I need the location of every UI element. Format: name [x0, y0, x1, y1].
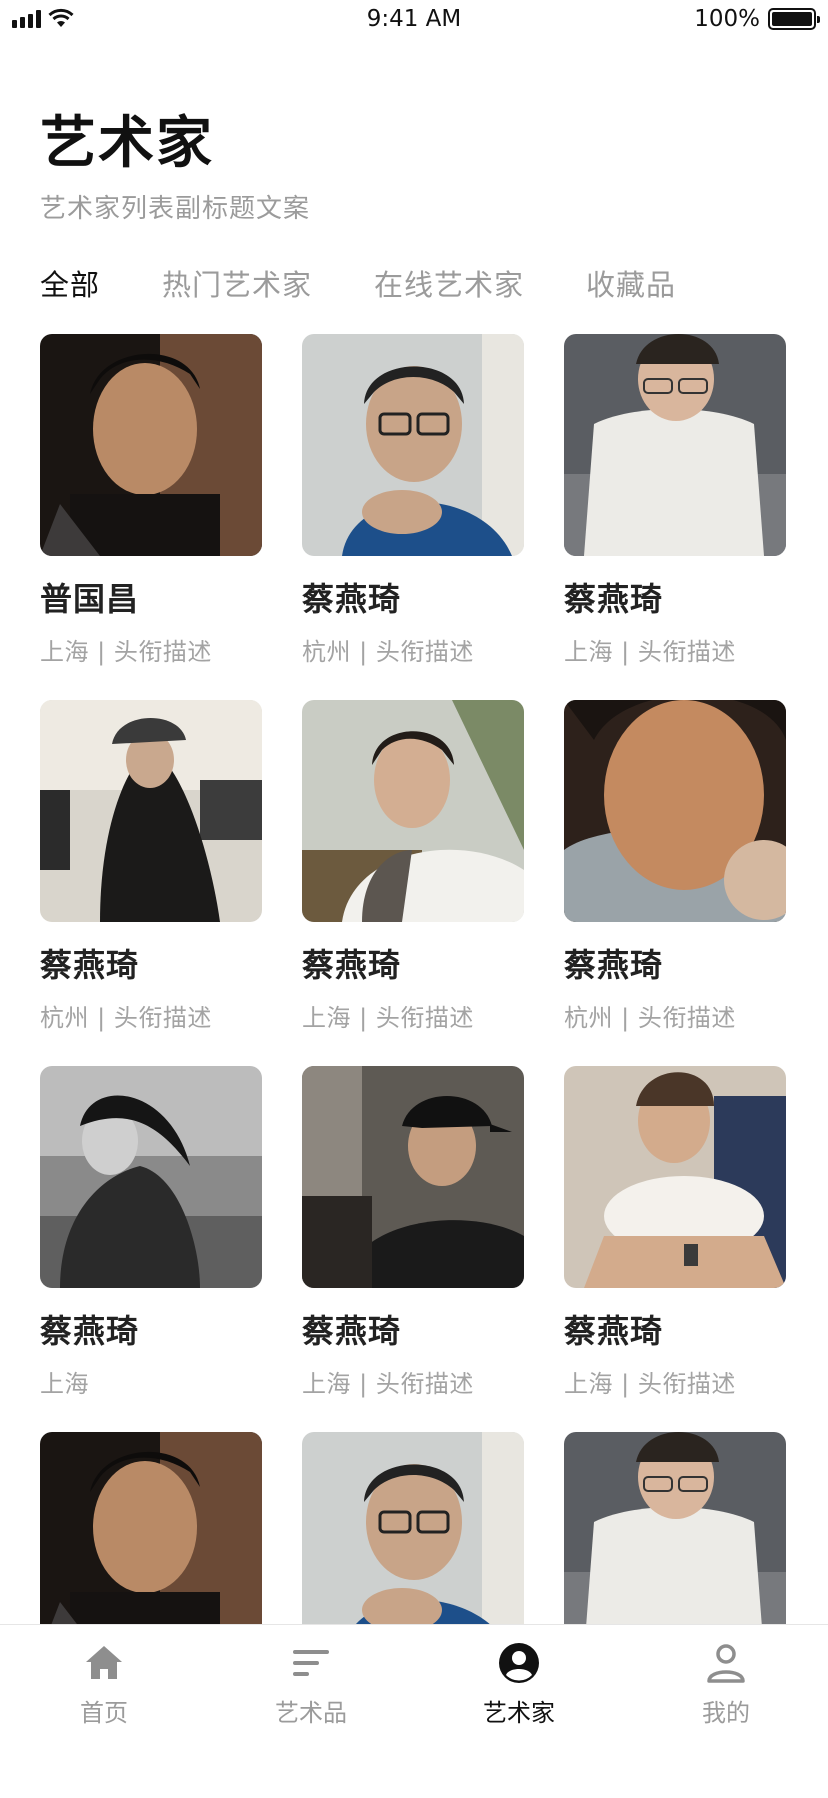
- artist-name: 蔡燕琦: [564, 1312, 664, 1350]
- artist-description: 杭州 | 头衔描述: [302, 638, 474, 666]
- category-tabs: 全部 热门艺术家 在线艺术家 收藏品: [40, 262, 738, 304]
- artist-photo[interactable]: [564, 334, 786, 556]
- artist-description: 上海 | 头衔描述: [302, 1004, 474, 1032]
- home-icon: [86, 1646, 122, 1679]
- artist-photo[interactable]: [564, 700, 786, 922]
- profile-icon: [707, 1644, 745, 1683]
- artist-card[interactable]: 蔡燕琦 上海: [40, 1066, 262, 1432]
- artist-name: 蔡燕琦: [40, 1312, 140, 1350]
- tabbar-home-label: 首页: [80, 1699, 128, 1727]
- artist-description: 杭州 | 头衔描述: [40, 1004, 212, 1032]
- artist-photo[interactable]: [564, 1066, 786, 1288]
- bottom-tab-bar: 首页 艺术品 艺术家 我的: [0, 1624, 828, 1793]
- artist-card[interactable]: 蔡燕琦上海 | 头衔描述: [564, 334, 786, 700]
- artist-name: 蔡燕琦: [564, 946, 664, 984]
- artist-photo[interactable]: [302, 334, 524, 556]
- artist-card[interactable]: 蔡燕琦上海 | 头衔描述: [302, 1066, 524, 1432]
- artist-photo[interactable]: [564, 1432, 786, 1654]
- artist-photo[interactable]: [40, 1066, 262, 1288]
- artist-description: 上海 | 头衔描述: [40, 638, 212, 666]
- artist-name: 普国昌: [40, 580, 140, 618]
- tabbar-artists-label: 艺术家: [483, 1699, 555, 1727]
- artist-photo[interactable]: [40, 1432, 262, 1654]
- artist-description: 上海 | 头衔描述: [302, 1370, 474, 1398]
- tabbar-artists[interactable]: 艺术家: [449, 1641, 589, 1728]
- artist-description: 上海 | 头衔描述: [564, 1370, 736, 1398]
- artist-description: 杭州 | 头衔描述: [564, 1004, 736, 1032]
- tabbar-mine-label: 我的: [702, 1699, 750, 1727]
- status-right: 100%: [694, 6, 820, 32]
- artist-grid: 普国昌 上海 | 头衔描述 蔡燕琦 杭州 | 头衔描述 蔡燕琦 上海 | 头衔描述 蔡燕琦杭…: [40, 334, 790, 1798]
- artist-name: 蔡燕琦: [302, 580, 402, 618]
- tab-all[interactable]: 全部: [40, 262, 100, 304]
- artist-name: 蔡燕琦: [302, 946, 402, 984]
- artist-photo[interactable]: [302, 1432, 524, 1654]
- tabbar-artworks-label: 艺术品: [275, 1699, 347, 1727]
- artist-card[interactable]: 蔡燕琦杭州 | 头衔描述: [40, 700, 262, 1066]
- artist-description: 上海: [40, 1370, 89, 1398]
- battery-percent: 100%: [694, 6, 760, 32]
- list-icon: [293, 1650, 329, 1676]
- artist-photo[interactable]: [302, 1066, 524, 1288]
- page-title: 艺术家: [40, 111, 214, 176]
- tabbar-mine[interactable]: 我的: [656, 1641, 796, 1728]
- tab-online-artists[interactable]: 在线艺术家: [374, 262, 524, 304]
- user-circle-icon: [499, 1643, 539, 1683]
- tab-popular-artists[interactable]: 热门艺术家: [162, 262, 312, 304]
- artist-card[interactable]: 蔡燕琦上海 | 头衔描述: [302, 700, 524, 1066]
- page-subtitle: 艺术家列表副标题文案: [40, 194, 311, 224]
- artist-card[interactable]: 蔡燕琦上海 | 头衔描述: [564, 1066, 786, 1432]
- artist-card[interactable]: 蔡燕琦杭州 | 头衔描述: [302, 334, 524, 700]
- artist-card[interactable]: 蔡燕琦杭州 | 头衔描述: [564, 700, 786, 1066]
- tab-collections[interactable]: 收藏品: [586, 262, 676, 304]
- artist-card[interactable]: 普国昌上海 | 头衔描述: [40, 334, 262, 700]
- artist-name: 蔡燕琦: [40, 946, 140, 984]
- artist-description: 上海 | 头衔描述: [564, 638, 736, 666]
- status-bar: 9:41 AM 100%: [0, 0, 828, 40]
- battery-icon: [768, 8, 820, 30]
- artist-name: 蔡燕琦: [302, 1312, 402, 1350]
- tabbar-artworks[interactable]: 艺术品: [241, 1641, 381, 1728]
- artist-name: 蔡燕琦: [564, 580, 664, 618]
- artist-photo[interactable]: [40, 700, 262, 922]
- artist-photo[interactable]: [302, 700, 524, 922]
- tabbar-home[interactable]: 首页: [34, 1641, 174, 1728]
- artist-photo[interactable]: [40, 334, 262, 556]
